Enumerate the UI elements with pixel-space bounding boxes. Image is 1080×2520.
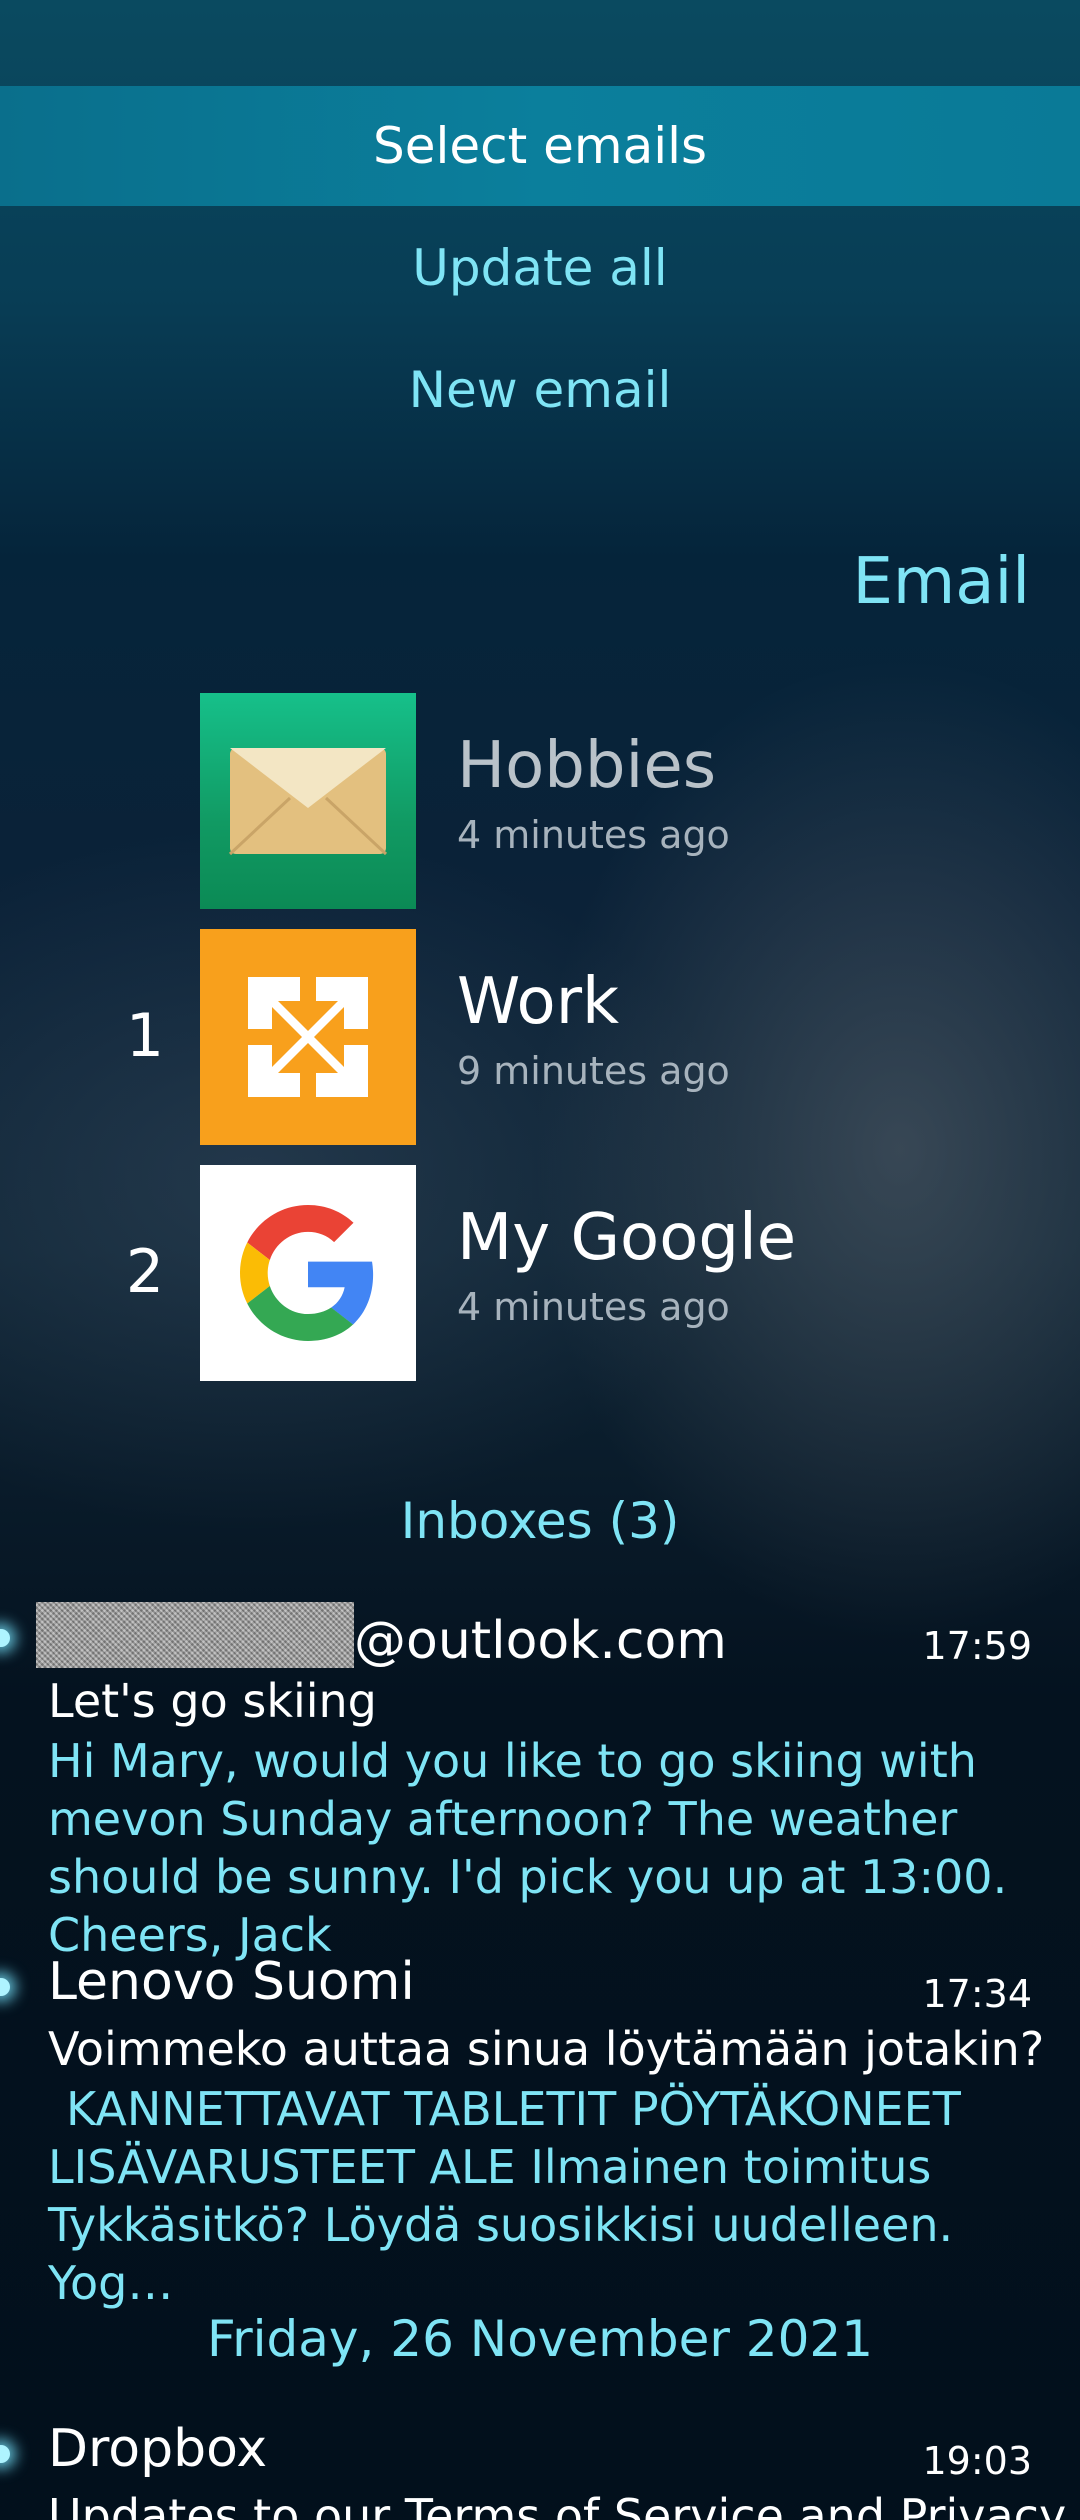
account-item-my-google[interactable]: 2 My Google 4 minutes ago: [0, 1165, 1080, 1381]
exchange-icon: [200, 929, 416, 1145]
unread-indicator: [0, 2445, 10, 2463]
account-name: My Google: [457, 1201, 797, 1275]
account-item-hobbies[interactable]: Hobbies 4 minutes ago: [0, 693, 1080, 909]
message-subject: Voimmeko auttaa sinua löytämään jotakin?: [48, 2022, 1045, 2076]
menu-label: Update all: [412, 239, 668, 297]
date-section-header: Friday, 26 November 2021: [206, 2310, 874, 2368]
account-item-work[interactable]: 1 Work 9 minutes ago: [0, 929, 1080, 1145]
sender-domain: @outlook.com: [354, 1611, 727, 1671]
list-item-message[interactable]: Dropbox 19:03 Updates to our Terms of Se…: [0, 2415, 1080, 2520]
account-updated: 4 minutes ago: [457, 1285, 730, 1329]
message-sender: Lenovo Suomi: [48, 1952, 415, 2012]
message-subject: Let's go skiing: [48, 1674, 377, 1728]
account-updated: 4 minutes ago: [457, 813, 730, 857]
unread-count: 1: [125, 1001, 165, 1071]
message-preview: Hi Mary, would you like to go skiing wit…: [48, 1734, 1008, 1962]
unread-indicator: [0, 1629, 10, 1647]
envelope-icon: [200, 693, 416, 909]
page-title: Email: [852, 545, 1030, 619]
message-subject: Updates to our Terms of Service and Priv…: [48, 2489, 1080, 2520]
account-updated: 9 minutes ago: [457, 1049, 730, 1093]
message-preview: KANNETTAVAT TABLETIT PÖYTÄKONEET LISÄVAR…: [48, 2082, 961, 2310]
menu-label: New email: [408, 361, 672, 419]
inboxes-header[interactable]: Inboxes (3): [0, 1492, 1080, 1550]
menu-label: Select emails: [372, 117, 708, 175]
list-item-message[interactable]: @outlook.com 17:59 Let's go skiing Hi Ma…: [0, 1602, 1080, 1962]
unread-count: 2: [125, 1237, 165, 1307]
account-name: Hobbies: [457, 729, 717, 803]
account-name: Work: [457, 965, 620, 1039]
redacted-block: [36, 1602, 354, 1668]
message-sender: Dropbox: [48, 2419, 268, 2479]
message-time: 17:59: [922, 1624, 1032, 1668]
message-time: 17:34: [922, 1972, 1032, 2016]
menu-select-emails[interactable]: Select emails: [0, 86, 1080, 206]
message-sender: @outlook.com: [36, 1602, 727, 1671]
unread-indicator: [0, 1978, 10, 1996]
menu-update-all[interactable]: Update all: [0, 208, 1080, 328]
message-time: 19:03: [922, 2439, 1032, 2483]
google-icon: [200, 1165, 416, 1381]
menu-new-email[interactable]: New email: [0, 330, 1080, 450]
list-item-message[interactable]: Lenovo Suomi 17:34 Voimmeko auttaa sinua…: [0, 1950, 1080, 2310]
